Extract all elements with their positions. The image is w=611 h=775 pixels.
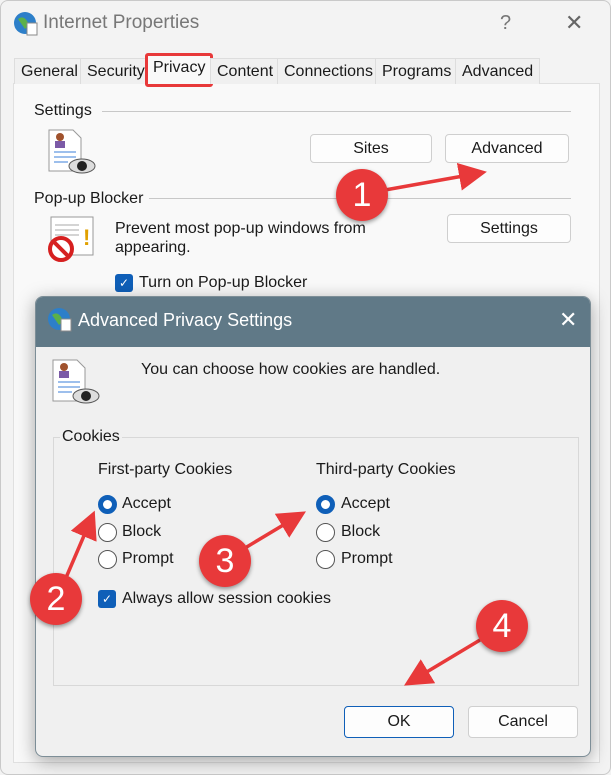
step-2-badge: 2 <box>30 573 82 625</box>
arrow-2 <box>63 510 97 581</box>
arrow-1 <box>384 162 487 192</box>
step-4-badge: 4 <box>476 600 528 652</box>
arrow-3 <box>244 511 307 550</box>
annotation-arrows <box>63 162 487 686</box>
arrow-4 <box>403 638 481 686</box>
step-3-badge: 3 <box>199 535 251 587</box>
step-1-badge: 1 <box>336 169 388 221</box>
